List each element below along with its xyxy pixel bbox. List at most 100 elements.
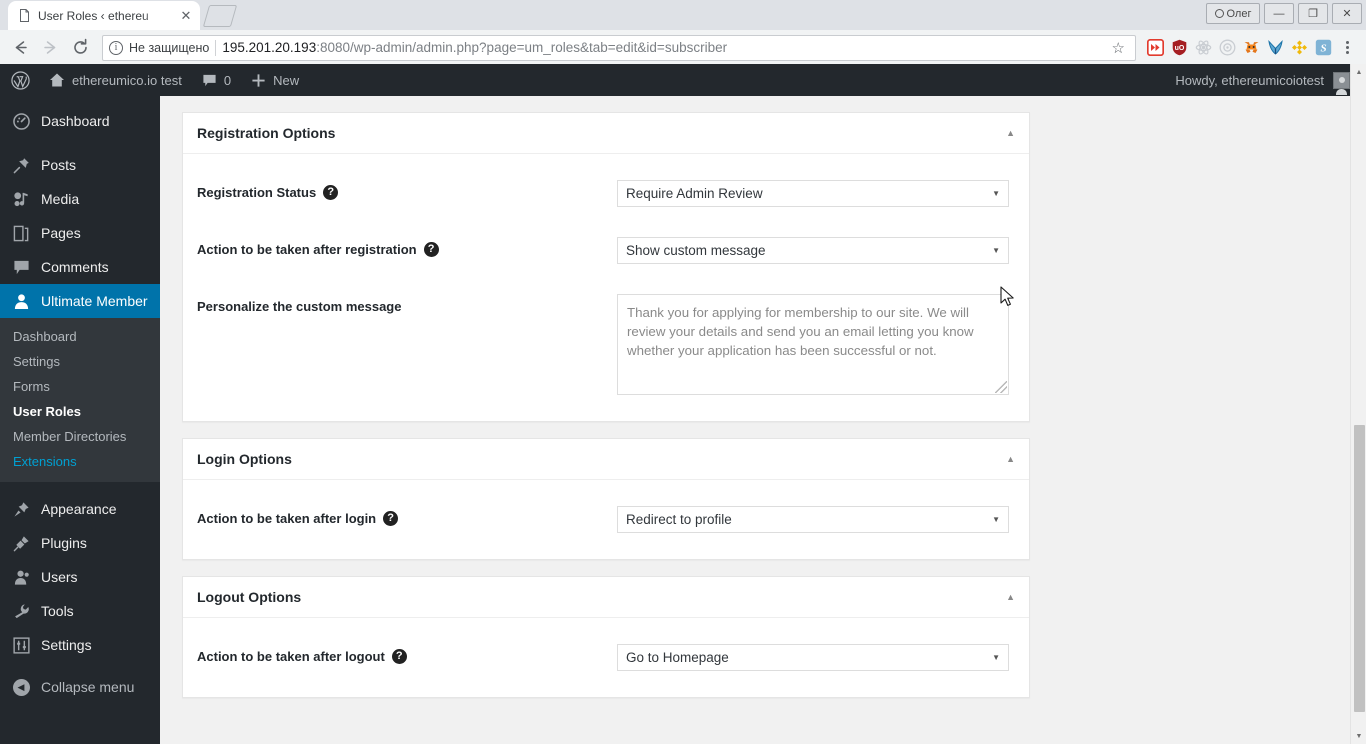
- collapse-menu-button[interactable]: ◀ Collapse menu: [0, 670, 160, 704]
- menu-separator: [0, 482, 160, 492]
- site-name-label: ethereumico.io test: [72, 72, 182, 88]
- sidebar-item-users[interactable]: Users: [0, 560, 160, 594]
- sidebar-item-label: Users: [41, 569, 78, 585]
- sidebar-item-comments[interactable]: Comments: [0, 250, 160, 284]
- sliders-icon: [11, 636, 31, 654]
- panel-header[interactable]: Registration Options ▲: [183, 113, 1029, 154]
- sidebar-item-label: Appearance: [41, 501, 117, 517]
- caret-up-icon[interactable]: ▲: [1006, 128, 1015, 138]
- resize-handle[interactable]: [995, 381, 1007, 393]
- help-icon[interactable]: ?: [391, 649, 407, 664]
- action-after-logout-select[interactable]: Go to Homepage ▼: [617, 644, 1009, 671]
- close-icon[interactable]: ✕: [178, 8, 194, 24]
- custom-message-textarea[interactable]: Thank you for applying for membership to…: [617, 294, 1009, 395]
- submenu-item-extensions[interactable]: Extensions: [0, 449, 160, 474]
- submenu-item-settings[interactable]: Settings: [0, 349, 160, 374]
- forward-button: [36, 34, 64, 62]
- sidebar-item-ultimate-member[interactable]: Ultimate Member: [0, 284, 160, 318]
- plus-icon: [252, 73, 265, 87]
- panel-header[interactable]: Logout Options ▲: [183, 577, 1029, 618]
- yandex-extension-icon[interactable]: [1264, 37, 1286, 59]
- users-icon: [11, 569, 31, 586]
- sidebar-item-label: Pages: [41, 225, 81, 241]
- submenu-item-member-directories[interactable]: Member Directories: [0, 424, 160, 449]
- scroll-up-icon[interactable]: ▲: [1351, 64, 1366, 80]
- account-menu[interactable]: Howdy, ethereumicoiotest: [1175, 71, 1366, 95]
- caret-up-icon[interactable]: ▲: [1006, 454, 1015, 464]
- chevron-down-icon: ▼: [992, 189, 1000, 198]
- target-extension-icon[interactable]: [1216, 37, 1238, 59]
- back-button[interactable]: [6, 34, 34, 62]
- pin-icon: [11, 157, 31, 174]
- help-icon[interactable]: ?: [423, 242, 439, 257]
- sidebar-item-settings[interactable]: Settings: [0, 628, 160, 662]
- binance-extension-icon[interactable]: [1288, 37, 1310, 59]
- metamask-extension-icon[interactable]: [1240, 37, 1262, 59]
- window-close-icon: ✕: [1342, 8, 1352, 20]
- sidebar-item-label: Settings: [41, 637, 92, 653]
- svg-text:uO: uO: [1174, 45, 1184, 52]
- collapse-arrow-icon: ◀: [11, 678, 31, 696]
- registration-status-select[interactable]: Require Admin Review ▼: [617, 180, 1009, 207]
- avatar: [1333, 71, 1350, 95]
- maximize-button[interactable]: ❐: [1298, 3, 1328, 24]
- field-control: Show custom message ▼: [617, 237, 1009, 264]
- chevron-down-icon: ▼: [992, 246, 1000, 255]
- dot: [1345, 41, 1349, 44]
- address-bar[interactable]: i Не защищено 195.201.20.193:8080/wp-adm…: [102, 34, 1136, 61]
- sidebar-item-label: Posts: [41, 157, 77, 173]
- sidebar-item-dashboard[interactable]: Dashboard: [0, 104, 160, 138]
- sidebar-item-media[interactable]: Media: [0, 182, 160, 216]
- browser-menu-button[interactable]: [1336, 41, 1358, 54]
- bookmark-star-icon[interactable]: ☆: [1108, 39, 1129, 57]
- shield-extension-icon[interactable]: uO: [1168, 37, 1190, 59]
- sidebar-item-appearance[interactable]: Appearance: [0, 492, 160, 526]
- new-content-menu[interactable]: New: [241, 64, 309, 96]
- dot: [1345, 51, 1349, 54]
- howdy-label: Howdy, ethereumicoiotest: [1175, 72, 1324, 88]
- submenu-item-forms[interactable]: Forms: [0, 374, 160, 399]
- field-control: Redirect to profile ▼: [617, 506, 1009, 533]
- site-name-menu[interactable]: ethereumico.io test: [39, 64, 192, 96]
- window-close-button[interactable]: ✕: [1332, 3, 1362, 24]
- panel-header[interactable]: Login Options ▲: [183, 439, 1029, 480]
- scrollbar-thumb[interactable]: [1354, 425, 1365, 712]
- caret-up-icon[interactable]: ▲: [1006, 592, 1015, 602]
- field-label: Action to be taken after logout ?: [197, 644, 617, 664]
- panel-login-options: Login Options ▲ Action to be taken after…: [182, 438, 1030, 560]
- security-status: Не защищено: [129, 40, 210, 55]
- panel-title: Registration Options: [197, 125, 336, 141]
- info-icon[interactable]: i: [109, 40, 123, 55]
- new-tab-button[interactable]: [202, 5, 238, 27]
- profile-button[interactable]: Олег: [1206, 3, 1260, 24]
- submenu-item-dashboard[interactable]: Dashboard: [0, 324, 160, 349]
- select-value: Require Admin Review: [626, 186, 763, 201]
- sidebar-item-posts[interactable]: Posts: [0, 148, 160, 182]
- select-value: Show custom message: [626, 243, 766, 258]
- browser-tab[interactable]: User Roles ‹ ethereu ✕: [8, 1, 200, 30]
- video-downloader-extension-icon[interactable]: [1144, 37, 1166, 59]
- help-icon[interactable]: ?: [383, 511, 399, 526]
- reload-button[interactable]: [66, 34, 94, 62]
- sidebar-item-label: Comments: [41, 259, 109, 275]
- sidebar-item-pages[interactable]: Pages: [0, 216, 160, 250]
- menu-separator: [0, 138, 160, 148]
- sidebar-item-tools[interactable]: Tools: [0, 594, 160, 628]
- submenu-item-user-roles[interactable]: User Roles: [0, 399, 160, 424]
- wordpress-logo[interactable]: [0, 64, 39, 96]
- page-scrollbar[interactable]: ▲ ▼: [1350, 64, 1366, 744]
- help-icon[interactable]: ?: [323, 185, 339, 200]
- field-action-after-logout: Action to be taken after logout ? Go to …: [197, 644, 1015, 671]
- svg-text:S: S: [1320, 42, 1326, 54]
- atom-extension-icon[interactable]: [1192, 37, 1214, 59]
- action-after-registration-select[interactable]: Show custom message ▼: [617, 237, 1009, 264]
- comments-menu[interactable]: 0: [192, 64, 241, 96]
- field-label: Personalize the custom message: [197, 294, 617, 314]
- script-extension-icon[interactable]: S: [1312, 37, 1334, 59]
- ultimate-member-submenu: Dashboard Settings Forms User Roles Memb…: [0, 318, 160, 482]
- comment-icon: [11, 259, 31, 276]
- scroll-down-icon[interactable]: ▼: [1351, 728, 1366, 744]
- sidebar-item-plugins[interactable]: Plugins: [0, 526, 160, 560]
- action-after-login-select[interactable]: Redirect to profile ▼: [617, 506, 1009, 533]
- minimize-button[interactable]: —: [1264, 3, 1294, 24]
